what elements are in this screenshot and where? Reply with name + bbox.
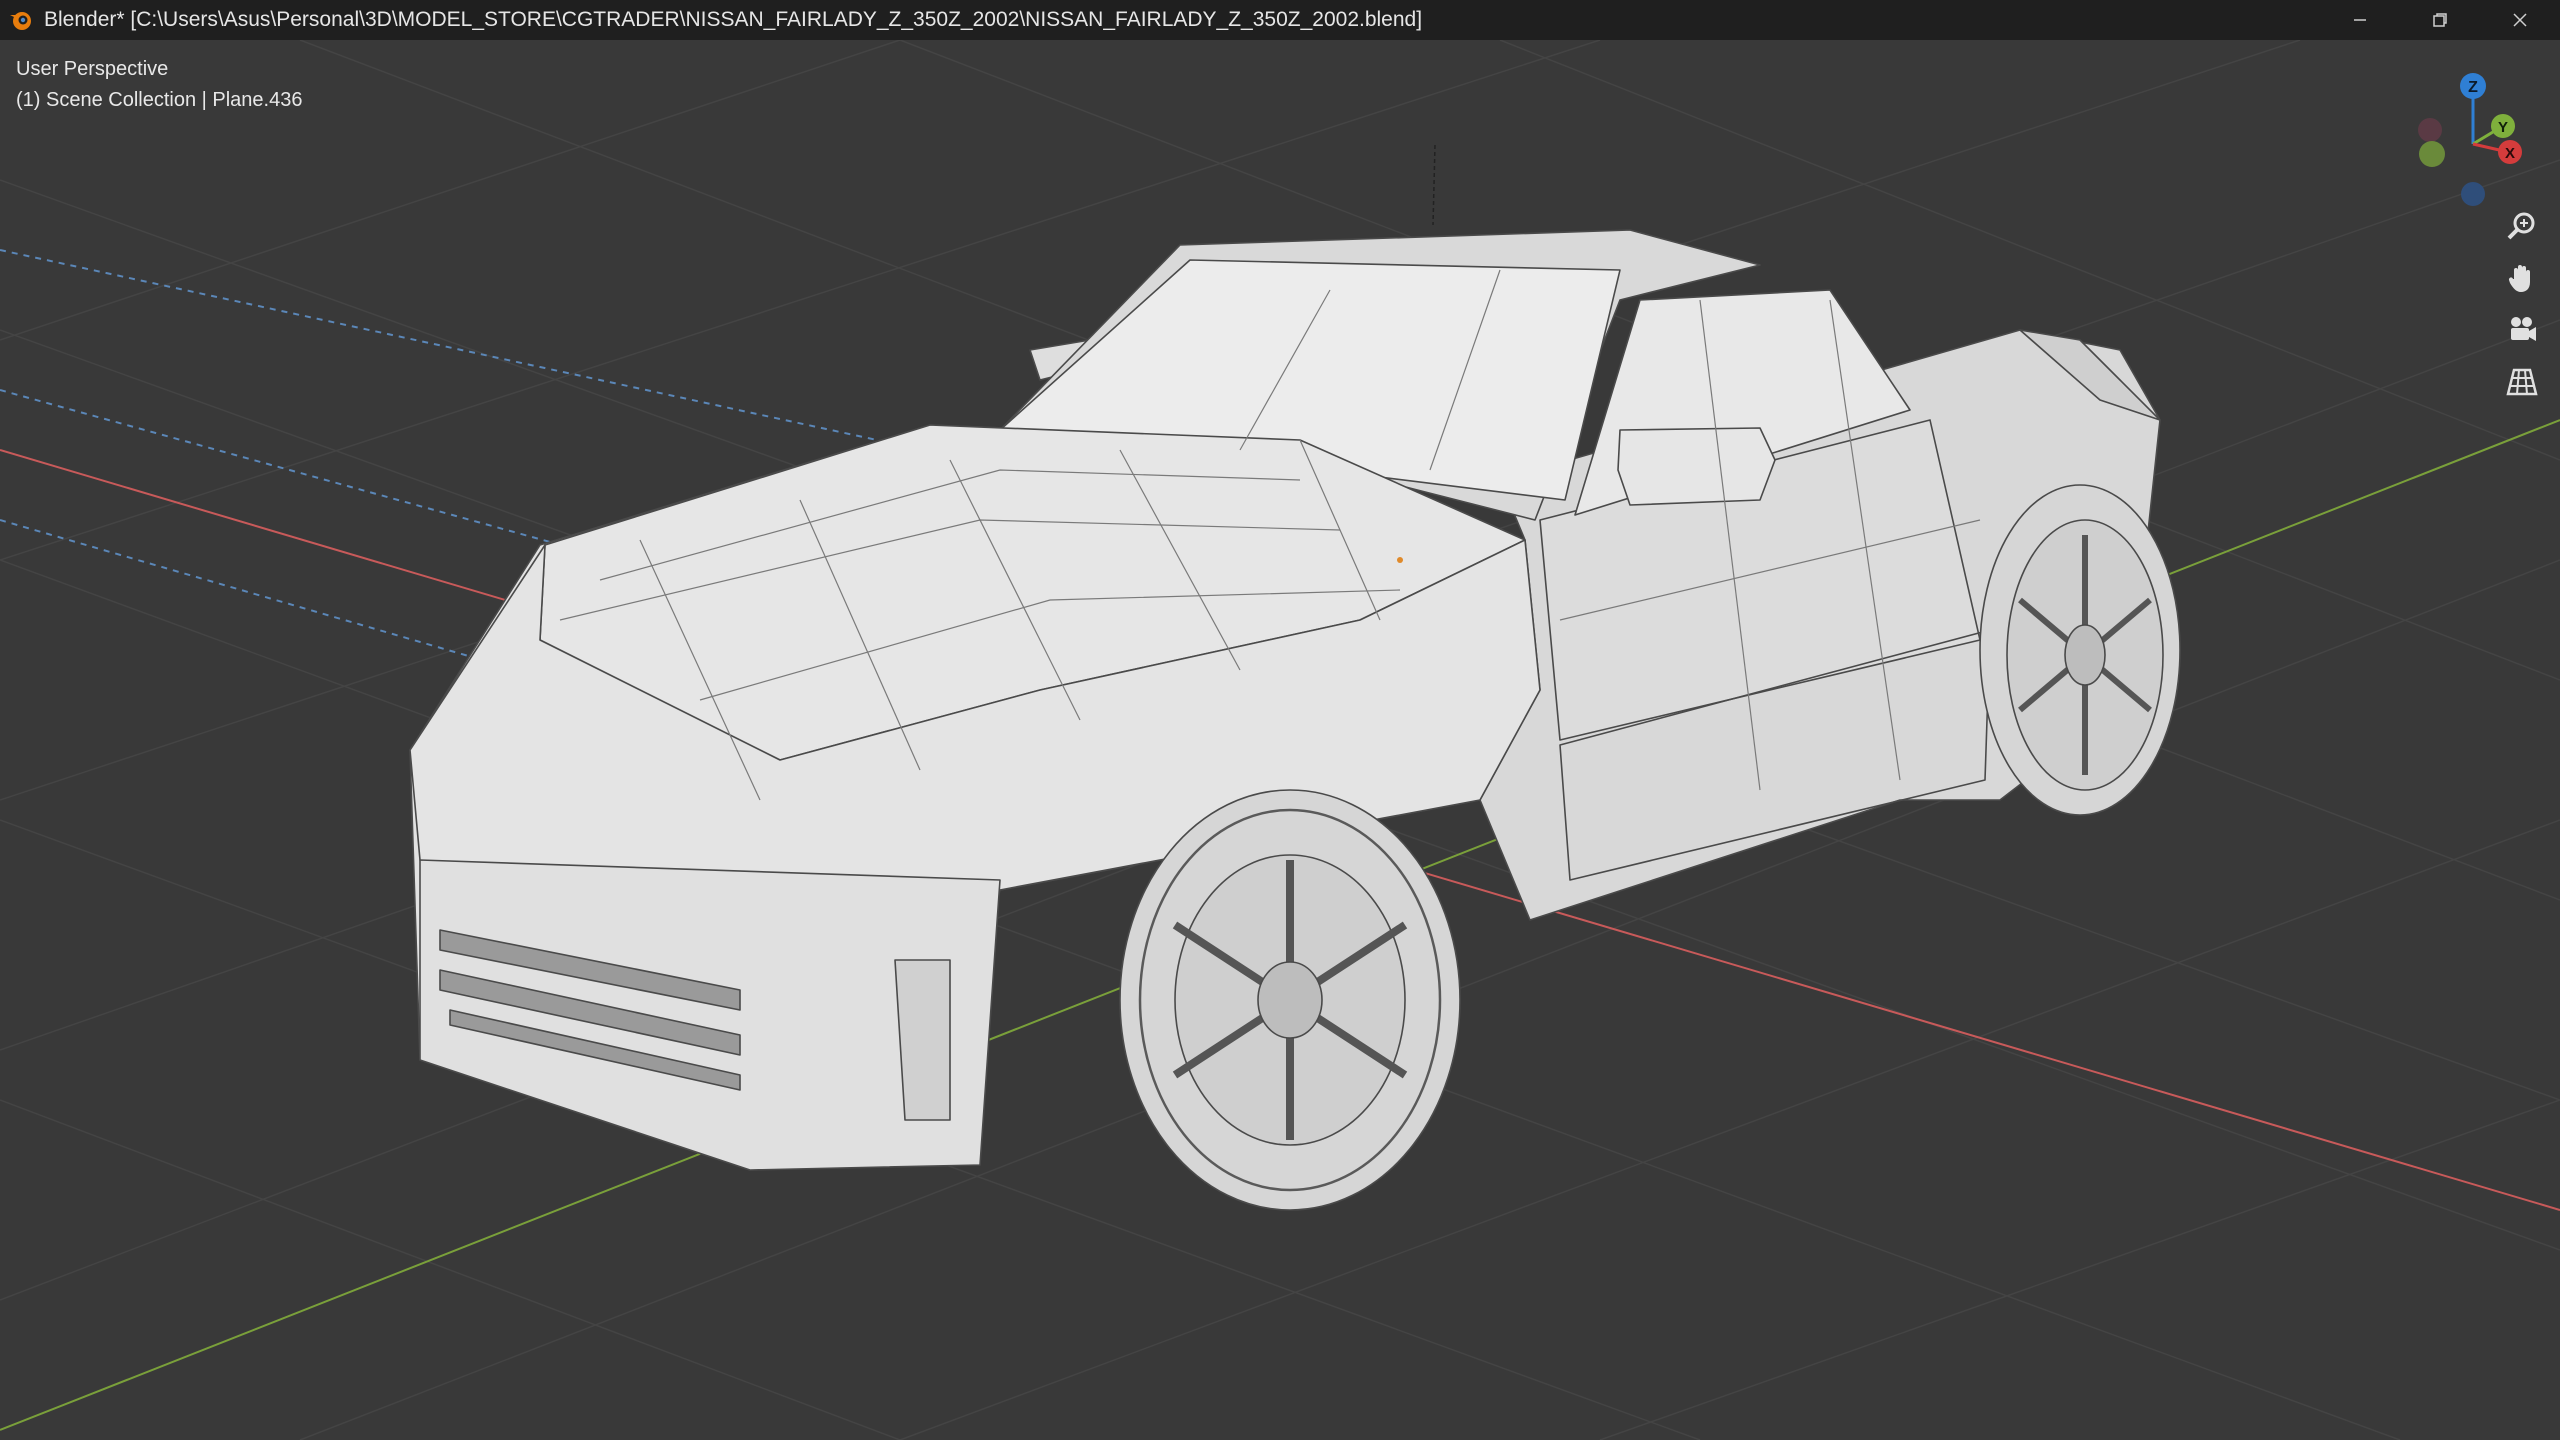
minimize-icon (2354, 19, 2366, 21)
restore-icon (2433, 13, 2447, 27)
collection-info: (1) Scene Collection | Plane.436 (16, 89, 303, 111)
camera-view-icon (2511, 317, 2536, 341)
pan-button[interactable] (2496, 252, 2548, 304)
ortho-toggle-button[interactable] (2496, 356, 2548, 408)
object-origin[interactable] (1397, 557, 1403, 563)
restore-button[interactable] (2400, 0, 2480, 40)
front-wheel (1119, 789, 1461, 1211)
close-icon (2513, 13, 2527, 27)
window-title: Blender* [C:\Users\Asus\Personal\3D\MODE… (44, 8, 1423, 31)
title-bar: Blender* [C:\Users\Asus\Personal\3D\MODE… (0, 0, 2560, 40)
gizmo-neg-y[interactable] (2418, 118, 2442, 142)
minimize-button[interactable] (2320, 0, 2400, 40)
blender-logo-icon (10, 12, 31, 30)
gizmo-x-label: X (2505, 145, 2515, 162)
viewport-scene[interactable] (0, 40, 2560, 1440)
close-button[interactable] (2480, 0, 2560, 40)
ortho-grid-icon (2506, 368, 2538, 396)
camera-view-button[interactable] (2496, 304, 2548, 356)
3d-viewport[interactable]: User Perspective (1) Scene Collection | … (0, 40, 2560, 1440)
blender-window: Blender* [C:\Users\Asus\Personal\3D\MODE… (0, 0, 2560, 1440)
car-model[interactable] (409, 229, 2181, 1211)
view-name: User Perspective (16, 58, 169, 80)
pan-hand-icon (2508, 265, 2530, 292)
zoom-button[interactable] (2496, 200, 2548, 252)
viewport-info: User Perspective (1) Scene Collection | … (16, 54, 302, 116)
gizmo-neg-x[interactable] (2419, 141, 2445, 167)
navigation-gizmo[interactable]: Z Y X (2390, 54, 2540, 224)
zoom-icon (2507, 212, 2535, 240)
rear-wheel (1979, 484, 2181, 816)
gizmo-y-label: Y (2498, 119, 2508, 136)
gizmo-z-label: Z (2468, 79, 2478, 96)
window-controls (2320, 0, 2560, 40)
empty-vertical-line (1432, 144, 1436, 226)
navigation-tools (2496, 200, 2548, 408)
gizmo-neg-z[interactable] (2461, 182, 2485, 206)
